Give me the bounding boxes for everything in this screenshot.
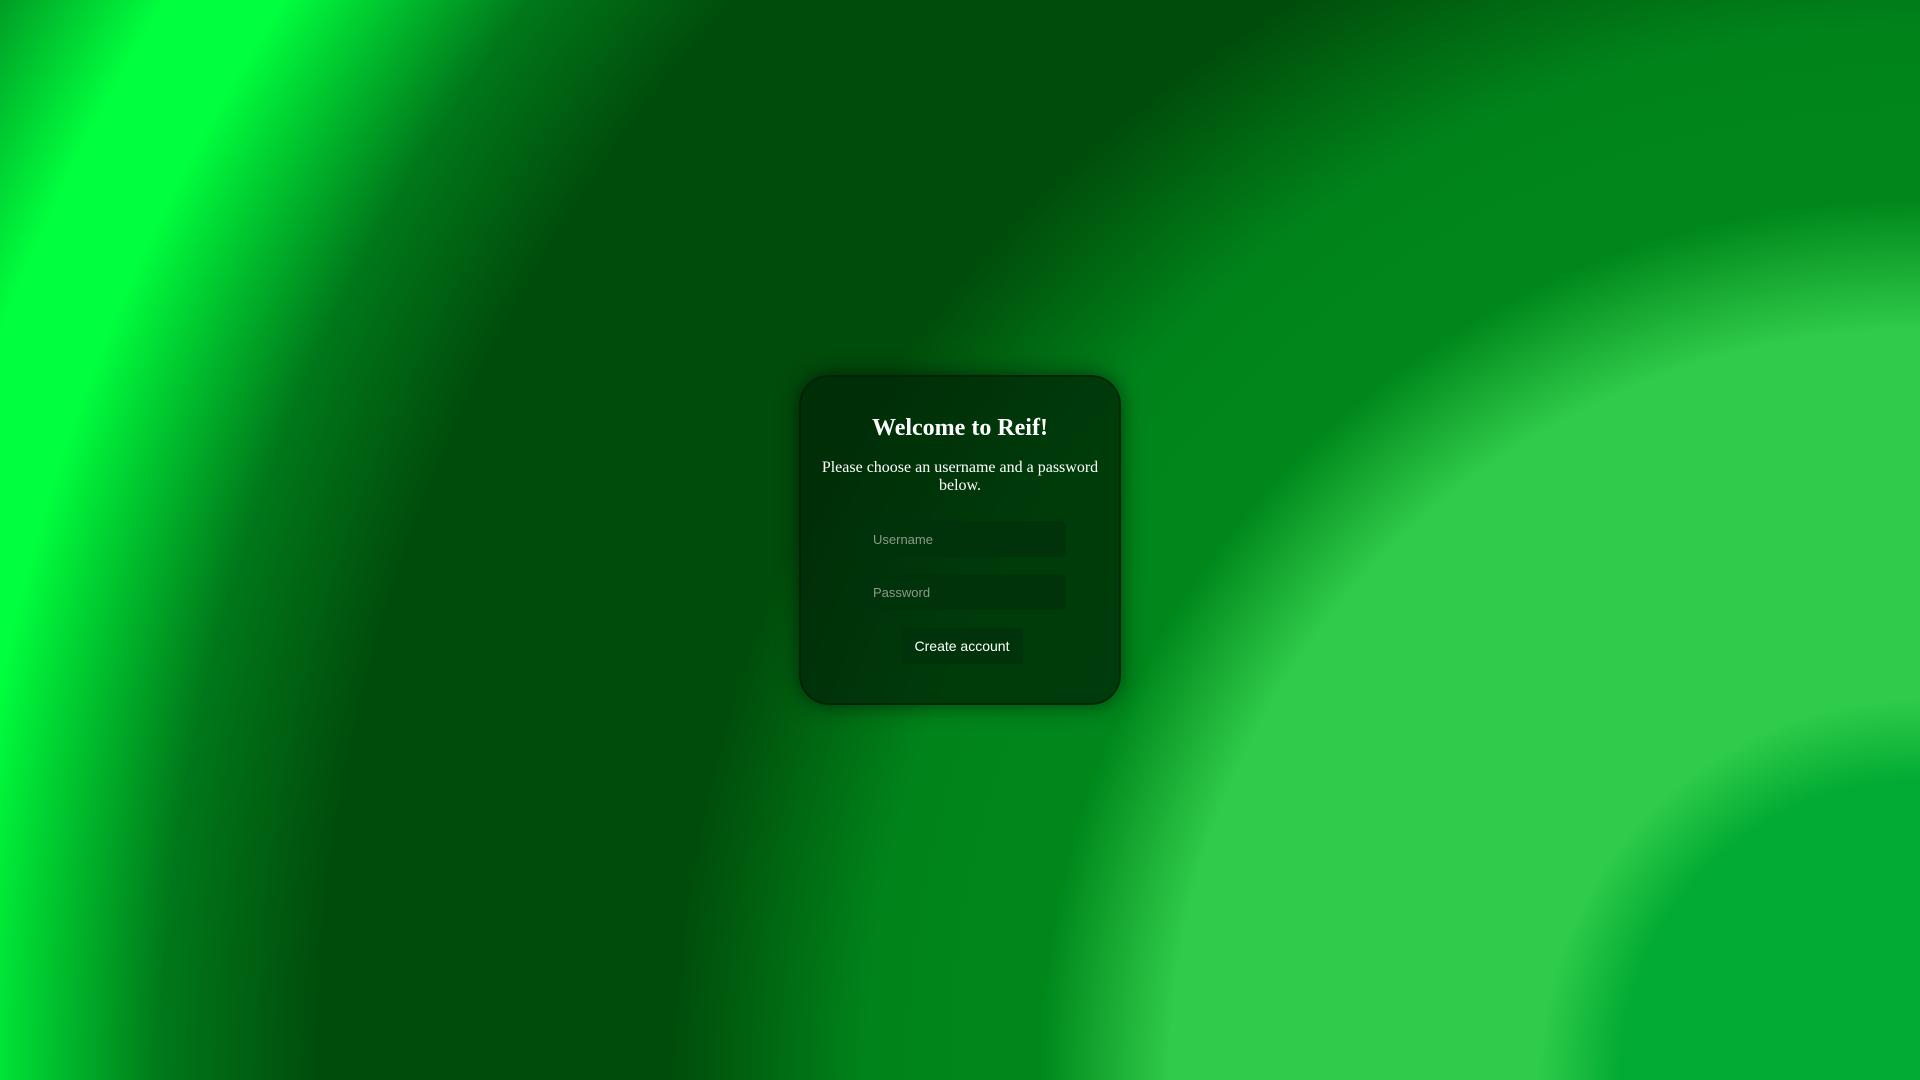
create-account-button[interactable]: Create account <box>901 628 1023 664</box>
password-input[interactable] <box>858 574 1066 610</box>
page-title: Welcome to Reif! <box>872 415 1048 441</box>
signup-instructions: Please choose an username and a password… <box>821 459 1099 494</box>
username-input[interactable] <box>858 521 1066 557</box>
signup-card: Welcome to Reif! Please choose an userna… <box>799 375 1121 705</box>
